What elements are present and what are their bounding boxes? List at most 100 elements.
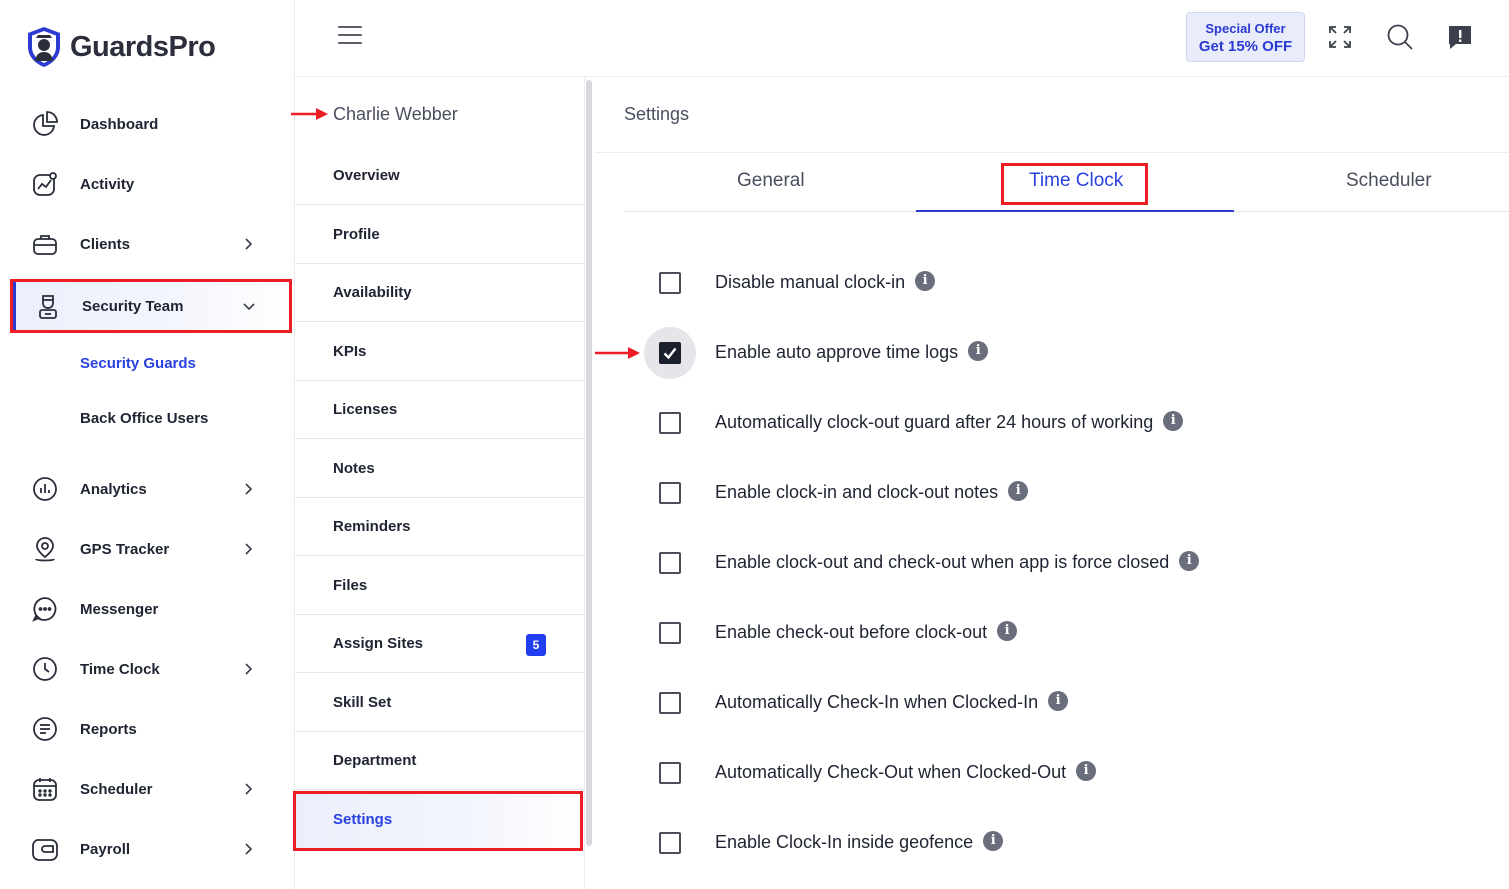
info-icon[interactable]: i <box>1008 481 1029 502</box>
profile-menu-files[interactable]: Files <box>295 557 583 615</box>
setting-label-text: Enable clock-in and clock-out notes <box>715 482 999 502</box>
tab-general[interactable]: General <box>737 170 805 192</box>
info-icon[interactable]: i <box>1179 551 1200 572</box>
setting-label-text: Enable clock-out and check-out when app … <box>715 552 1170 572</box>
sidebar-item-payroll[interactable]: Payroll <box>0 822 295 876</box>
info-icon[interactable]: i <box>968 341 989 362</box>
setting-option: Enable check-out before clock-out i <box>640 613 1500 653</box>
setting-option: Enable auto approve time logs i <box>640 327 1500 379</box>
sidebar-item-security-team[interactable]: Security Team <box>10 279 292 333</box>
checkbox-checked[interactable] <box>659 342 681 364</box>
offer-title: Special Offer <box>1205 21 1286 36</box>
profile-menu-notes[interactable]: Notes <box>295 440 583 498</box>
checkbox[interactable] <box>659 272 681 294</box>
profile-menu-reminders[interactable]: Reminders <box>295 498 583 556</box>
scheduler-icon <box>31 775 59 803</box>
tab-time-clock[interactable]: Time Clock <box>1029 170 1123 192</box>
sidebar-item-label: Clients <box>80 235 131 253</box>
reports-icon <box>31 715 59 743</box>
setting-label-text: Automatically clock-out guard after 24 h… <box>715 412 1154 432</box>
sidebar-item-label: GPS Tracker <box>80 540 170 558</box>
hamburger-menu-icon[interactable] <box>338 26 362 48</box>
search-icon[interactable] <box>1386 23 1414 51</box>
info-icon[interactable]: i <box>1076 761 1097 782</box>
chevron-right-icon <box>240 236 256 252</box>
setting-label-text: Enable Clock-In inside geofence <box>715 832 974 852</box>
sidebar-item-gps-tracker[interactable]: GPS Tracker <box>0 522 295 576</box>
profile-menu-scrollbar[interactable] <box>586 80 592 846</box>
chevron-right-icon <box>240 661 256 677</box>
profile-menu-availability[interactable]: Availability <box>295 264 583 322</box>
menu-item-label: Files <box>333 577 368 594</box>
checkbox[interactable] <box>659 832 681 854</box>
special-offer-button[interactable]: Special Offer Get 15% OFF <box>1186 12 1305 62</box>
menu-item-label: Skill Set <box>333 694 392 711</box>
checkbox[interactable] <box>659 412 681 434</box>
menu-item-label: Assign Sites <box>333 635 424 652</box>
activity-icon <box>31 170 59 198</box>
sidebar-item-label: Messenger <box>80 600 159 618</box>
info-icon[interactable]: i <box>983 831 1004 852</box>
checkbox[interactable] <box>659 482 681 504</box>
menu-item-label: Licenses <box>333 401 398 418</box>
brand[interactable]: GuardsPro <box>24 24 216 70</box>
sidebar-item-label: Security Team <box>82 297 184 315</box>
chevron-right-icon <box>240 841 256 857</box>
sidebar-item-label: Payroll <box>80 840 131 858</box>
checkbox[interactable] <box>659 622 681 644</box>
profile-menu-profile[interactable]: Profile <box>295 206 583 264</box>
sidebar-item-time-clock[interactable]: Time Clock <box>0 642 295 696</box>
checkbox[interactable] <box>659 762 681 784</box>
profile-menu-department[interactable]: Department <box>295 732 583 790</box>
profile-menu-kpis[interactable]: KPIs <box>295 323 583 381</box>
setting-label: Enable clock-in and clock-out notes i <box>715 481 1029 503</box>
offer-discount: Get 15% OFF <box>1198 38 1293 55</box>
info-icon[interactable]: i <box>1163 411 1184 432</box>
sidebar-item-label: Time Clock <box>80 660 160 678</box>
sidebar-item-dashboard[interactable]: Dashboard <box>0 97 295 151</box>
top-bar: Special Offer Get 15% OFF <box>295 0 1509 77</box>
setting-label: Automatically Check-Out when Clocked-Out… <box>715 761 1097 783</box>
sidebar-item-reports[interactable]: Reports <box>0 702 295 756</box>
chevron-right-icon <box>240 541 256 557</box>
fullscreen-icon[interactable] <box>1326 23 1354 51</box>
menu-item-label: Overview <box>333 167 400 184</box>
dashboard-icon <box>31 110 59 138</box>
menu-item-label: Reminders <box>333 518 411 535</box>
setting-label-text: Automatically Check-In when Clocked-In <box>715 692 1039 712</box>
sidebar-item-analytics[interactable]: Analytics <box>0 462 295 516</box>
sidebar-item-label: Analytics <box>80 480 147 498</box>
profile-menu-overview[interactable]: Overview <box>295 147 583 205</box>
sidebar-item-clients[interactable]: Clients <box>0 217 295 271</box>
profile-menu-settings[interactable]: Settings <box>293 791 583 851</box>
checkbox[interactable] <box>659 692 681 714</box>
profile-menu-licenses[interactable]: Licenses <box>295 381 583 439</box>
sidebar-item-scheduler[interactable]: Scheduler <box>0 762 295 816</box>
sidebar-item-messenger[interactable]: Messenger <box>0 582 295 636</box>
setting-label: Enable auto approve time logs i <box>715 341 989 363</box>
profile-menu-skill-set[interactable]: Skill Set <box>295 674 583 732</box>
sidebar-subitem-back-office-users[interactable]: Back Office Users <box>80 410 208 427</box>
menu-item-label: Settings <box>333 811 393 828</box>
sidebar-item-activity[interactable]: Activity <box>0 157 295 211</box>
menu-item-label: Notes <box>333 460 375 477</box>
gps-tracker-icon <box>31 535 59 563</box>
profile-menu-assign-sites[interactable]: Assign Sites 5 <box>295 615 583 673</box>
guard-name: Charlie Webber <box>333 104 458 124</box>
setting-option: Disable manual clock-in i <box>640 263 1500 303</box>
menu-item-label: Department <box>333 752 417 769</box>
setting-label: Enable clock-out and check-out when app … <box>715 551 1200 573</box>
messenger-icon <box>31 595 59 623</box>
info-icon[interactable]: i <box>997 621 1018 642</box>
info-icon[interactable]: i <box>915 271 936 292</box>
sidebar-item-label: Scheduler <box>80 780 153 798</box>
info-icon[interactable]: i <box>1048 691 1069 712</box>
setting-label: Automatically clock-out guard after 24 h… <box>715 411 1184 433</box>
checkbox[interactable] <box>659 552 681 574</box>
brand-name: GuardsPro <box>70 30 216 63</box>
feedback-icon[interactable] <box>1446 23 1474 51</box>
setting-option: Enable clock-in and clock-out notes i <box>640 473 1500 513</box>
analytics-icon <box>31 475 59 503</box>
tab-scheduler[interactable]: Scheduler <box>1346 170 1432 192</box>
sidebar-subitem-security-guards[interactable]: Security Guards <box>80 355 196 372</box>
